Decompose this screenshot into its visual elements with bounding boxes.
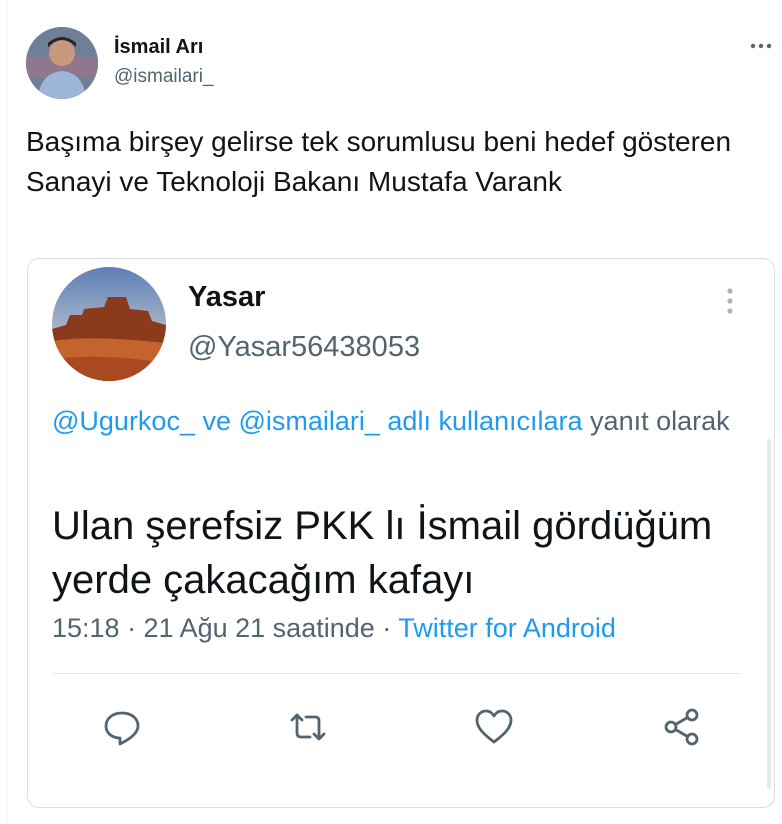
divider (52, 673, 742, 674)
reply-suffix: yanıt olarak (590, 406, 730, 436)
quoted-meta: 15:18 · 21 Ağu 21 saatinde · Twitter for… (52, 613, 616, 644)
quoted-avatar (52, 267, 166, 381)
comment-icon (100, 705, 144, 749)
author-avatar[interactable] (26, 27, 98, 99)
share-icon (660, 705, 704, 749)
retweet-icon (286, 705, 330, 749)
heart-icon (472, 705, 516, 749)
reply-mentions: @Ugurkoc_ ve @ismailari_ adlı kullanıcıl… (52, 406, 583, 436)
quoted-timestamp: 15:18 · 21 Ağu 21 saatinde · (52, 613, 392, 643)
quoted-screenshot: Yasar @Yasar56438053 @Ugurkoc_ ve @ismai… (27, 258, 775, 808)
quoted-more-icon (724, 285, 736, 317)
reply-context: @Ugurkoc_ ve @ismailari_ adlı kullanıcıl… (52, 399, 742, 443)
quoted-source: Twitter for Android (398, 613, 616, 643)
tweet-text: Başıma birşey gelirse tek sorumlusu beni… (26, 126, 732, 197)
quoted-handle: @Yasar56438053 (188, 331, 421, 363)
author-name[interactable]: İsmail Arı (114, 36, 203, 59)
scrollbar (767, 439, 771, 789)
quoted-name: Yasar (188, 281, 266, 313)
quoted-body: Ulan şerefsiz PKK lı İsmail gördüğüm yer… (52, 504, 713, 602)
timeline-rule (6, 0, 7, 824)
author-handle[interactable]: @ismailari_ (114, 66, 214, 88)
more-options-icon[interactable] (744, 36, 778, 56)
